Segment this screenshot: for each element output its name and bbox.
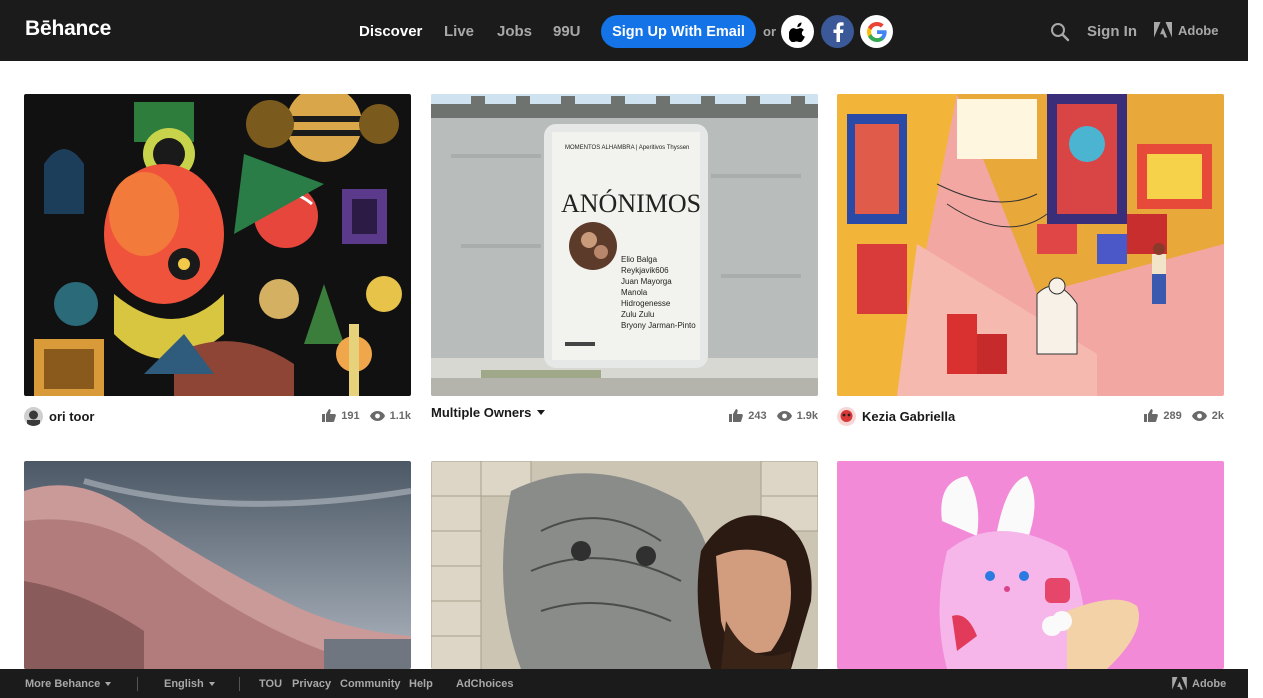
caret-down-icon xyxy=(208,682,215,686)
facebook-signin-button[interactable] xyxy=(821,15,854,48)
project-owner-multiple[interactable]: Multiple Owners xyxy=(431,405,546,420)
project-thumbnail[interactable] xyxy=(837,461,1224,669)
appreciations-value: 289 xyxy=(1163,409,1182,422)
eye-icon xyxy=(1191,410,1207,421)
poster-header: MOMENTOS ALHAMBRA | Aperitivos Thyssen xyxy=(565,145,689,151)
appreciations-count: 289 xyxy=(1144,409,1182,422)
project-stats: 289 2k xyxy=(1134,409,1224,422)
poster-name: Juan Mayorga xyxy=(621,277,672,286)
views-count: 1.1k xyxy=(369,409,411,422)
appreciations-count: 191 xyxy=(322,409,360,422)
views-value: 1.9k xyxy=(796,409,818,422)
search-icon[interactable] xyxy=(1050,22,1070,42)
poster-name: Zulu Zulu xyxy=(621,310,654,319)
project-thumbnail[interactable] xyxy=(431,461,818,669)
avatar[interactable] xyxy=(837,407,856,426)
poster-name: Elio Balga xyxy=(621,255,658,264)
adobe-logo-icon xyxy=(1172,677,1187,690)
project-thumbnail[interactable] xyxy=(24,461,411,669)
top-navigation-bar: Bēhance Discover Live Jobs 99U Sign Up W… xyxy=(0,0,1248,61)
project-meta: Kezia Gabriella 289 2k xyxy=(837,405,1224,427)
apple-icon xyxy=(788,22,805,42)
owner-name[interactable]: Multiple Owners xyxy=(431,405,531,420)
google-icon xyxy=(866,21,887,42)
adobe-label: Adobe xyxy=(1178,22,1219,38)
project-thumbnail[interactable] xyxy=(24,94,411,396)
avatar[interactable] xyxy=(24,407,43,426)
apple-signin-button[interactable] xyxy=(781,15,814,48)
nav-jobs[interactable]: Jobs xyxy=(497,23,532,40)
project-owner[interactable]: Kezia Gabriella xyxy=(837,407,955,426)
owner-name[interactable]: ori toor xyxy=(49,409,95,424)
footer-link-adchoices[interactable]: AdChoices xyxy=(456,678,513,690)
views-value: 1.1k xyxy=(389,409,411,422)
footer-link-community[interactable]: Community xyxy=(340,678,401,690)
adobe-logo-icon xyxy=(1154,22,1172,38)
project-owner[interactable]: ori toor xyxy=(24,407,95,426)
adobe-label: Adobe xyxy=(1192,677,1227,690)
caret-down-icon xyxy=(105,682,112,686)
views-count: 2k xyxy=(1191,409,1224,422)
poster-name: Reykjavik606 xyxy=(621,266,669,275)
google-signin-button[interactable] xyxy=(860,15,893,48)
nav-live[interactable]: Live xyxy=(444,23,474,40)
poster-name: Bryony Jarman-Pinto xyxy=(621,321,696,330)
owner-name[interactable]: Kezia Gabriella xyxy=(862,409,955,424)
eye-icon xyxy=(369,410,385,421)
more-behance-label: More Behance xyxy=(25,678,101,690)
project-thumbnail[interactable]: MOMENTOS ALHAMBRA | Aperitivos Thyssen A… xyxy=(431,94,818,396)
footer-link-tou[interactable]: TOU xyxy=(259,678,282,690)
footer-divider xyxy=(137,677,138,691)
nav-99u[interactable]: 99U xyxy=(553,23,581,40)
appreciations-value: 191 xyxy=(341,409,360,422)
thumbs-up-icon xyxy=(322,409,337,422)
project-stats: 191 1.1k xyxy=(312,409,411,422)
eye-icon xyxy=(776,410,792,421)
more-behance-menu[interactable]: More Behance xyxy=(25,678,112,690)
views-count: 1.9k xyxy=(776,409,818,422)
project-meta: Multiple Owners 243 1.9k xyxy=(431,405,818,427)
footer-link-privacy[interactable]: Privacy xyxy=(292,678,331,690)
nav-discover[interactable]: Discover xyxy=(359,23,422,40)
poster-name: Manola xyxy=(621,288,648,297)
behance-page: Bēhance Discover Live Jobs 99U Sign Up W… xyxy=(0,0,1263,698)
appreciations-value: 243 xyxy=(748,409,767,422)
language-label: English xyxy=(164,678,204,690)
behance-logo[interactable]: Bēhance xyxy=(25,17,111,41)
poster-name: Hidrogenesse xyxy=(621,299,671,308)
footer-divider xyxy=(239,677,240,691)
poster-title: ANÓNIMOS xyxy=(561,189,701,218)
language-selector[interactable]: English xyxy=(164,678,215,690)
adobe-link[interactable]: Adobe xyxy=(1154,22,1218,38)
or-label: or xyxy=(763,24,776,39)
appreciations-count: 243 xyxy=(729,409,767,422)
project-stats: 243 1.9k xyxy=(719,409,818,422)
sign-up-with-email-button[interactable]: Sign Up With Email xyxy=(601,15,756,48)
project-thumbnail[interactable] xyxy=(837,94,1224,396)
footer-bar: More Behance English TOU Privacy Communi… xyxy=(0,669,1248,698)
thumbs-up-icon xyxy=(1144,409,1159,422)
footer-adobe-link[interactable]: Adobe xyxy=(1172,677,1226,690)
project-meta: ori toor 191 1.1k xyxy=(24,405,411,427)
thumbs-up-icon xyxy=(729,409,744,422)
footer-link-help[interactable]: Help xyxy=(409,678,433,690)
caret-down-icon[interactable] xyxy=(537,410,546,415)
facebook-icon xyxy=(833,21,844,42)
sign-in-link[interactable]: Sign In xyxy=(1087,23,1137,40)
views-value: 2k xyxy=(1211,409,1224,422)
